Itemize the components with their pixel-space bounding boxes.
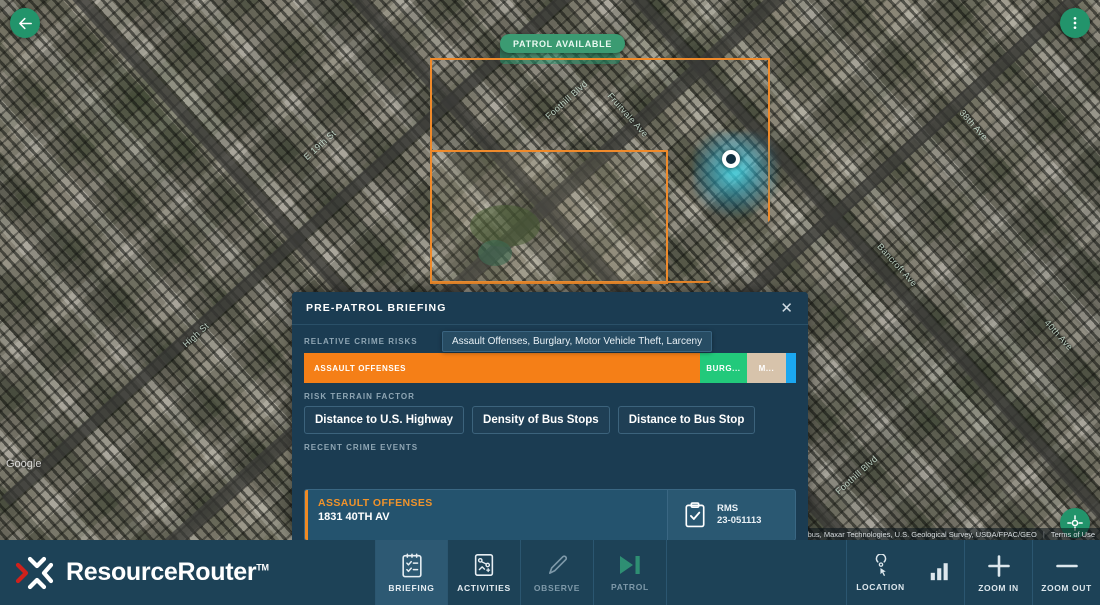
clipboard-check-icon [685,502,705,528]
unit-heatmap-glow [693,132,779,218]
rtf-chip-distance-bus-stop[interactable]: Distance to Bus Stop [617,406,756,434]
crime-risks-tooltip: Assault Offenses, Burglary, Motor Vehicl… [442,331,713,352]
tool-location[interactable]: LOCATION [846,540,914,605]
brand-logo[interactable]: ResourceRouterTM [0,540,375,605]
tab-observe[interactable]: OBSERVE [521,540,594,605]
event-address: 1831 40TH AV [318,511,390,523]
tab-briefing[interactable]: BRIEFING [375,540,448,605]
tab-activities-label: ACTIVITIES [457,583,511,593]
patrol-available-badge: PATROL AVAILABLE [500,34,626,53]
event-source-block[interactable]: RMS 23-051113 [667,490,795,540]
crime-event-card[interactable]: ASSAULT OFFENSES 1831 40TH AV RMS 23-051… [304,489,796,540]
event-details: ASSAULT OFFENSES 1831 40TH AV [308,490,667,540]
risk-segment-assault[interactable]: ASSAULT OFFENSES [304,353,701,383]
tab-patrol-label: PATROL [611,582,649,592]
google-watermark: Google [6,458,42,470]
bar-chart-icon [930,562,948,580]
panel-title: PRE-PATROL BRIEFING [306,302,447,314]
tool-statistics[interactable] [914,540,964,605]
pre-patrol-briefing-panel: PRE-PATROL BRIEFING ✕ RELATIVE CRIME RIS… [292,292,808,540]
event-type: ASSAULT OFFENSES [318,497,433,509]
plus-icon [987,554,1010,577]
brand-name-text: ResourceRouter [66,558,257,586]
panel-header: PRE-PATROL BRIEFING ✕ [292,292,808,325]
tab-activities[interactable]: ACTIVITIES [448,540,521,605]
panel-body: RELATIVE CRIME RISKS Assault Offenses, B… [292,325,808,540]
risk-segment-larceny[interactable] [786,353,796,383]
event-source-text: RMS 23-051113 [717,503,761,527]
more-vertical-icon [1073,17,1077,29]
tool-location-label: LOCATION [856,581,905,592]
risk-terrain-factor-chips: Distance to U.S. Highway Density of Bus … [304,406,796,434]
tool-zoom-in[interactable]: ZOOM IN [964,540,1032,605]
brand-trademark: TM [256,562,269,573]
rtf-chip-density-bus-stops[interactable]: Density of Bus Stops [472,406,610,434]
tab-observe-label: OBSERVE [533,582,581,593]
risk-polygon-inner[interactable] [430,150,668,284]
attribution-separator: | [1042,529,1045,539]
activities-network-icon [474,553,494,577]
minus-icon [1055,564,1078,567]
resourcerouter-app: Foothill Blvd E 19th St High St Fruitval… [0,0,1100,605]
tap-location-icon [875,553,888,577]
tab-bar: BRIEFING ACTIVITIES OBSERVE PATROL [375,540,667,605]
risk-segment-motor-vehicle-theft[interactable]: M... [746,353,787,383]
close-icon[interactable]: ✕ [777,299,796,318]
pencil-icon [548,555,567,574]
event-source-label: RMS [717,503,739,515]
back-arrow-icon [18,17,32,29]
play-to-end-icon [620,556,640,574]
tool-zoom-out-label: ZOOM OUT [1041,582,1092,593]
back-button[interactable] [10,8,40,38]
map-tools: LOCATION ZOOM IN ZOOM OUT [846,540,1100,605]
crime-risk-bar[interactable]: ASSAULT OFFENSES BURG... M... [304,353,796,383]
bottom-toolbar: ResourceRouterTM BRIEFING ACTIVITIES OBS… [0,540,1100,605]
risk-segment-burglary[interactable]: BURG... [700,353,747,383]
tool-zoom-in-label: ZOOM IN [978,582,1019,593]
resourcerouter-logo-icon [14,553,60,593]
relative-crime-risks-label: RELATIVE CRIME RISKS [304,337,418,346]
recent-crime-events-label: RECENT CRIME EVENTS [304,443,419,452]
tool-zoom-out[interactable]: ZOOM OUT [1032,540,1100,605]
unit-location-marker[interactable] [722,150,740,168]
tab-briefing-label: BRIEFING [388,583,435,593]
tab-patrol[interactable]: PATROL [594,540,667,605]
event-source-number: 23-051113 [717,515,762,526]
overflow-menu-button[interactable] [1060,8,1090,38]
relative-crime-risks-header: RELATIVE CRIME RISKS Assault Offenses, B… [304,331,796,352]
clipboard-checklist-icon [401,553,422,578]
terms-of-use-link[interactable]: Terms of Use [1051,530,1095,539]
rtf-chip-distance-us-highway[interactable]: Distance to U.S. Highway [304,406,465,434]
recent-crime-events-list[interactable]: ASSAULT OFFENSES 1831 40TH AV RMS 23-051… [292,489,808,540]
brand-name: ResourceRouterTM [66,558,269,587]
risk-terrain-factor-label: RISK TERRAIN FACTOR [304,392,415,401]
